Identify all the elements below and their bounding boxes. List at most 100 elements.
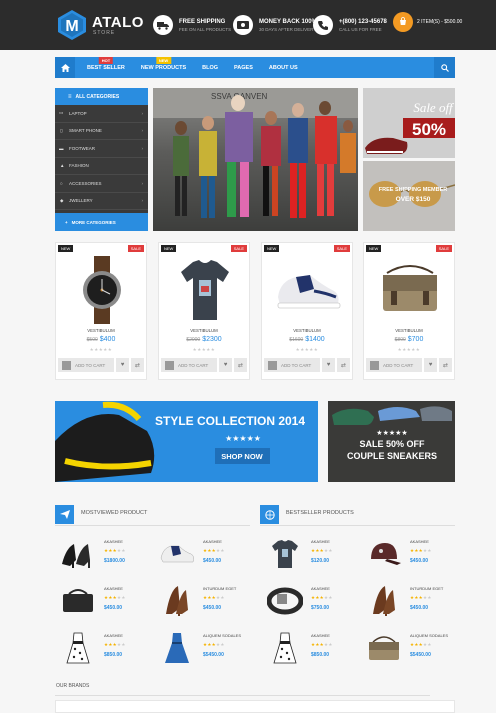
add-to-cart-button[interactable]: ADD TO CART bbox=[58, 358, 114, 372]
product-price: $500 $400 bbox=[56, 336, 146, 343]
item-price: $450.00 bbox=[104, 605, 123, 611]
collection-title: STYLE COLLECTION 2014 bbox=[155, 414, 305, 428]
product-card[interactable]: NEW SALE VESTIBULUM $800 $700 ★★★★★ ADD T… bbox=[363, 242, 455, 380]
item-price: $450.00 bbox=[410, 558, 429, 564]
product-name[interactable]: VESTIBULUM bbox=[159, 328, 249, 333]
feature-money-back: MONEY BACK 100% 30 DAYS AFTER DELIVERY bbox=[233, 12, 317, 38]
couple-sneakers-banner[interactable]: ★★★★★ SALE 50% OFF COUPLE SNEAKERS bbox=[328, 401, 455, 482]
more-categories-button[interactable]: + MORE CATEGORIES bbox=[55, 213, 148, 231]
compare-icon[interactable]: ⇄ bbox=[337, 358, 350, 372]
rating-stars: ★★★★★ bbox=[397, 347, 421, 352]
rating-stars: ★★★★★ bbox=[89, 347, 113, 352]
ring-icon: ○ bbox=[60, 180, 63, 186]
new-badge: NEW bbox=[161, 245, 177, 252]
brand-name[interactable]: ATALO bbox=[92, 14, 144, 31]
list-item[interactable]: AKASHEE ★★★★★ $450.00 bbox=[155, 533, 247, 575]
new-badge: NEW bbox=[264, 245, 280, 252]
feature-sub: CALL US FOR FREE bbox=[339, 26, 382, 32]
category-item-accessories[interactable]: ○ ACCESSORIES › bbox=[55, 175, 148, 193]
product-image-sneaker[interactable] bbox=[274, 255, 342, 325]
brands-carousel[interactable] bbox=[55, 700, 455, 713]
item-name: AKASHEE bbox=[203, 539, 222, 544]
compare-icon[interactable]: ⇄ bbox=[234, 358, 247, 372]
category-item-footwear[interactable]: ▬ FOOTWEAR › bbox=[55, 140, 148, 158]
list-item[interactable]: AKASHEE ★★★★★ $120.00 bbox=[263, 533, 355, 575]
category-item-laptop[interactable]: ▭ LAPTOP › bbox=[55, 105, 148, 123]
old-price: $1600 bbox=[289, 337, 304, 343]
old-price: $500 bbox=[86, 337, 98, 343]
sale-banner[interactable]: Sale off 50% bbox=[363, 88, 455, 158]
dress-image bbox=[158, 630, 196, 666]
wishlist-heart-icon[interactable]: ♥ bbox=[322, 358, 335, 372]
list-item[interactable]: ALIQUEM SODALES ★★★★★ $5450.00 bbox=[155, 627, 247, 669]
item-price: $5450.00 bbox=[203, 652, 224, 658]
sale-line1: SALE 50% OFF bbox=[359, 439, 425, 449]
hot-badge: HOT bbox=[98, 56, 114, 64]
new-badge: NEW bbox=[366, 245, 382, 252]
list-item[interactable]: INTURDUM EGET ★★★★★ $450.00 bbox=[362, 580, 454, 622]
nav-best-seller[interactable]: HOT BEST SELLER bbox=[79, 56, 133, 71]
free-shipping-banner[interactable]: FREE SHIPPING MEMBER OVER $150 bbox=[363, 161, 455, 231]
item-name: AKASHEE bbox=[104, 586, 123, 591]
product-actions: ADD TO CART ♥ ⇄ bbox=[161, 358, 247, 372]
style-collection-banner[interactable]: STYLE COLLECTION 2014 ★★★★★ SHOP NOW bbox=[55, 401, 318, 482]
compare-icon[interactable]: ⇄ bbox=[439, 358, 452, 372]
rating-stars: ★★★★★ bbox=[203, 548, 225, 553]
cart-button[interactable]: 2 ITEM(S) - $500.00 bbox=[393, 12, 462, 32]
nav-about-us[interactable]: ABOUT US bbox=[261, 65, 306, 71]
nav-blog[interactable]: BLOG bbox=[194, 65, 226, 71]
logo-icon[interactable]: M bbox=[56, 9, 88, 41]
product-image-watch[interactable] bbox=[68, 255, 136, 325]
item-price: $450.00 bbox=[203, 558, 222, 564]
category-item-jwellery[interactable]: ◆ JWELLERY › bbox=[55, 193, 148, 210]
current-price: $2300 bbox=[202, 336, 222, 343]
product-card[interactable]: NEW SALE VESTIBULUM $2000 $2300 ★★★★★ ADD… bbox=[158, 242, 250, 380]
wishlist-heart-icon[interactable]: ♥ bbox=[116, 358, 129, 372]
nav-pages[interactable]: PAGES bbox=[226, 65, 261, 71]
wishlist-heart-icon[interactable]: ♥ bbox=[219, 358, 232, 372]
list-item[interactable]: AKASHEE ★★★★★ $1800.00 bbox=[56, 533, 148, 575]
rating-stars: ★★★★★ bbox=[311, 642, 333, 647]
rating-stars: ★★★★★ bbox=[104, 642, 126, 647]
category-header[interactable]: ≡ ALL CATEGORIES bbox=[55, 88, 148, 105]
section-title: MOSTVIEWED PRODUCT bbox=[81, 510, 148, 516]
wishlist-heart-icon[interactable]: ♥ bbox=[424, 358, 437, 372]
hero-slider[interactable]: SSVA GANVEN bbox=[153, 88, 358, 231]
product-card[interactable]: NEW SALE VESTIBULUM $1600 $1400 ★★★★★ ADD… bbox=[261, 242, 353, 380]
item-price: $1800.00 bbox=[104, 558, 125, 564]
product-name[interactable]: VESTIBULUM bbox=[56, 328, 146, 333]
list-item[interactable]: AKASHEE ★★★★★ $750.00 bbox=[263, 580, 355, 622]
sale-badge: SALE bbox=[127, 245, 144, 252]
product-price: $800 $700 bbox=[364, 336, 454, 343]
rating-stars: ★★★★★ bbox=[104, 595, 126, 600]
laptop-icon: ▭ bbox=[59, 110, 64, 116]
product-name[interactable]: VESTIBULUM bbox=[364, 328, 454, 333]
product-card[interactable]: NEW SALE VESTIBULUM $500 $400 ★★★★★ ADD T… bbox=[55, 242, 147, 380]
category-item-fashion[interactable]: ▲ FASHION bbox=[55, 158, 148, 175]
product-image-bag[interactable] bbox=[376, 255, 444, 325]
category-item-smart-phone[interactable]: ▯ SMART PHONE › bbox=[55, 123, 148, 140]
search-icon[interactable] bbox=[434, 57, 455, 78]
product-name[interactable]: VESTIBULUM bbox=[262, 328, 352, 333]
item-price: $120.00 bbox=[311, 558, 330, 564]
feature-title: FREE SHIPPING bbox=[179, 18, 226, 25]
add-to-cart-button[interactable]: ADD TO CART bbox=[161, 358, 217, 372]
list-item[interactable]: AKASHEE ★★★★★ $850.00 bbox=[263, 627, 355, 669]
list-item[interactable]: INTURDUM EGET ★★★★★ $450.00 bbox=[155, 580, 247, 622]
compare-icon[interactable]: ⇄ bbox=[131, 358, 144, 372]
add-to-cart-button[interactable]: ADD TO CART bbox=[366, 358, 422, 372]
list-item[interactable]: AKASHEE ★★★★★ $450.00 bbox=[362, 533, 454, 575]
list-item[interactable]: AKASHEE ★★★★★ $850.00 bbox=[56, 627, 148, 669]
item-price: $450.00 bbox=[410, 605, 429, 611]
nav-new-products[interactable]: NEW NEW PRODUCTS bbox=[133, 56, 194, 71]
list-item[interactable]: AKASHEE ★★★★★ $450.00 bbox=[56, 580, 148, 622]
chevron-right-icon: › bbox=[141, 198, 144, 204]
home-icon[interactable] bbox=[55, 57, 75, 78]
item-price: $5450.00 bbox=[410, 652, 431, 658]
add-to-cart-button[interactable]: ADD TO CART bbox=[264, 358, 320, 372]
product-image-tshirt[interactable] bbox=[171, 255, 239, 325]
list-item[interactable]: ALIQUEM SODALES ★★★★★ $5450.00 bbox=[362, 627, 454, 669]
sale-percent-text: 50% bbox=[412, 120, 446, 139]
cart-icon bbox=[165, 360, 174, 370]
current-price: $400 bbox=[99, 336, 116, 343]
